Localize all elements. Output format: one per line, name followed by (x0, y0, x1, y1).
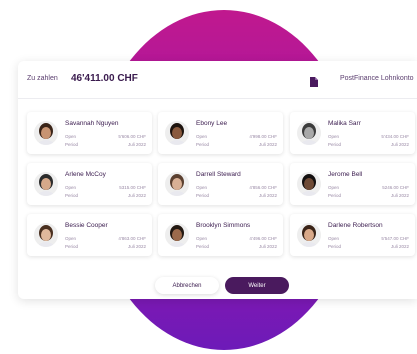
employee-name: Arlene McCoy (65, 171, 106, 178)
employee-card[interactable]: Savannah Nguyen Open 5'606.00 CHF Period Jul… (27, 112, 152, 154)
status-label: Open (65, 185, 77, 190)
period-row: Period Juli 2022 (196, 142, 277, 147)
avatar-face (172, 127, 182, 139)
employee-name: Bessie Cooper (65, 222, 108, 229)
avatar (165, 172, 189, 196)
avatar-face (304, 229, 314, 241)
status-label: Open (328, 236, 340, 241)
avatar (297, 172, 321, 196)
cancel-button[interactable]: Abbrechen (155, 277, 219, 294)
status-row: Open 4'863.00 CHF (65, 236, 146, 241)
avatar (165, 121, 189, 145)
status-row: Open 5315.00 CHF (65, 185, 146, 190)
period-row: Period Juli 2022 (196, 244, 277, 249)
document-icon (310, 74, 318, 87)
employee-card[interactable]: Darlene Robertson Open 5'547.00 CHF Period J… (290, 214, 415, 256)
employee-card[interactable]: Arlene McCoy Open 5315.00 CHF Period Juli 20… (27, 163, 152, 205)
avatar (34, 121, 58, 145)
status-row: Open 5'547.00 CHF (328, 236, 409, 241)
status-row: Open 5246.00 CHF (328, 185, 409, 190)
status-row: Open 4'998.00 CHF (196, 134, 277, 139)
avatar (34, 223, 58, 247)
employee-name: Savannah Nguyen (65, 120, 119, 127)
employee-card[interactable]: Brooklyn Simmons Open 4'496.00 CHF Period Ju… (158, 214, 283, 256)
period-label: Period (196, 193, 210, 198)
period-label: Period (65, 142, 79, 147)
amount-value: 4'496.00 CHF (249, 236, 277, 241)
amount-value: 5246.00 CHF (382, 185, 409, 190)
period-row: Period Juli 2022 (328, 142, 409, 147)
header-divider (18, 98, 417, 99)
employee-name: Ebony Lee (196, 120, 228, 127)
avatar-face (304, 127, 314, 139)
period-row: Period Juli 2022 (196, 193, 277, 198)
status-label: Open (196, 185, 208, 190)
avatar (297, 121, 321, 145)
period-row: Period Juli 2022 (65, 142, 146, 147)
avatar-face (41, 229, 51, 241)
amount-value: 4'856.00 CHF (249, 185, 277, 190)
period-label: Period (328, 142, 342, 147)
employee-card[interactable]: Ebony Lee Open 4'998.00 CHF Period Juli 2022 (158, 112, 283, 154)
period-value: Juli 2022 (127, 244, 146, 249)
status-label: Open (196, 236, 208, 241)
status-row: Open 5'606.00 CHF (65, 134, 146, 139)
amount-value: 46'411.00 CHF (71, 73, 138, 84)
payment-panel: Zu zahlen 46'411.00 CHF PostFinance Lohn… (18, 61, 417, 299)
employee-name: Darlene Robertson (328, 222, 383, 229)
amount-value: 5315.00 CHF (119, 185, 146, 190)
avatar (297, 223, 321, 247)
status-label: Open (65, 134, 77, 139)
employee-card[interactable]: Jerome Bell Open 5246.00 CHF Period Juli 202… (290, 163, 415, 205)
period-row: Period Juli 2022 (328, 244, 409, 249)
avatar-face (172, 178, 182, 190)
status-label: Open (328, 185, 340, 190)
amount-value: 5'547.00 CHF (381, 236, 409, 241)
status-row: Open 4'856.00 CHF (196, 185, 277, 190)
amount-value: 5'434.00 CHF (381, 134, 409, 139)
avatar-face (304, 178, 314, 190)
status-label: Open (65, 236, 77, 241)
period-label: Period (328, 193, 342, 198)
payment-header: Zu zahlen 46'411.00 CHF PostFinance Lohn… (18, 61, 417, 97)
period-label: Period (328, 244, 342, 249)
next-button[interactable]: Weiter (225, 277, 289, 294)
amount-value: 4'998.00 CHF (249, 134, 277, 139)
period-label: Period (65, 244, 79, 249)
status-row: Open 4'496.00 CHF (196, 236, 277, 241)
avatar (34, 172, 58, 196)
avatar-face (172, 229, 182, 241)
avatar (165, 223, 189, 247)
period-label: Period (65, 193, 79, 198)
period-value: Juli 2022 (258, 193, 277, 198)
status-row: Open 5'434.00 CHF (328, 134, 409, 139)
status-label: Open (196, 134, 208, 139)
period-row: Period Juli 2022 (65, 244, 146, 249)
period-value: Juli 2022 (390, 142, 409, 147)
employee-name: Malika Sarr (328, 120, 361, 127)
amount-value: 5'606.00 CHF (118, 134, 146, 139)
employee-name: Brooklyn Simmons (196, 222, 251, 229)
employee-card[interactable]: Malika Sarr Open 5'434.00 CHF Period Juli 20… (290, 112, 415, 154)
period-value: Juli 2022 (390, 244, 409, 249)
period-label: Period (196, 244, 210, 249)
period-value: Juli 2022 (127, 142, 146, 147)
period-value: Juli 2022 (127, 193, 146, 198)
avatar-face (41, 178, 51, 190)
period-value: Juli 2022 (258, 142, 277, 147)
avatar-face (41, 127, 51, 139)
period-label: Period (196, 142, 210, 147)
status-label: Open (328, 134, 340, 139)
period-row: Period Juli 2022 (65, 193, 146, 198)
period-value: Juli 2022 (258, 244, 277, 249)
amount-value: 4'863.00 CHF (118, 236, 146, 241)
amount-label: Zu zahlen (27, 75, 58, 82)
employee-name: Darrell Steward (196, 171, 241, 178)
employee-card[interactable]: Bessie Cooper Open 4'863.00 CHF Period Juli … (27, 214, 152, 256)
employee-card[interactable]: Darrell Steward Open 4'856.00 CHF Period Jul… (158, 163, 283, 205)
period-value: Juli 2022 (390, 193, 409, 198)
account-name[interactable]: PostFinance Lohnkonto (340, 75, 414, 82)
period-row: Period Juli 2022 (328, 193, 409, 198)
employee-name: Jerome Bell (328, 171, 363, 178)
